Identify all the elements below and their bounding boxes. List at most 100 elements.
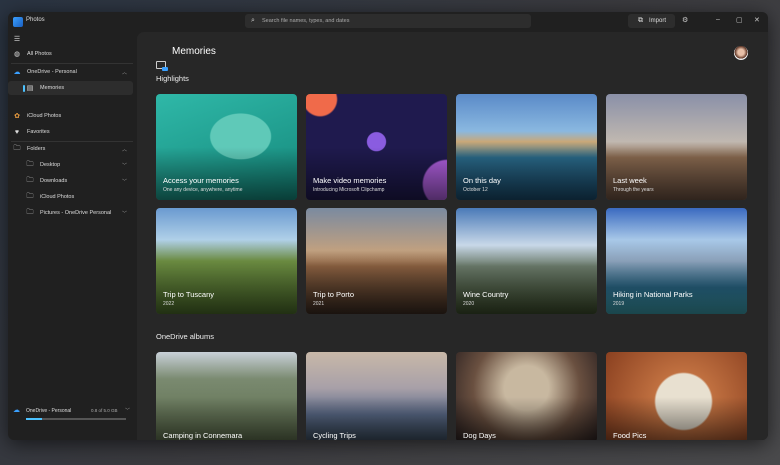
card-title: Trip to Tuscany [163, 290, 214, 299]
card-title: Hiking in National Parks [613, 290, 693, 299]
hamburger-icon: ☰ [13, 36, 21, 43]
card-subtitle: 2020 [463, 301, 475, 307]
chevron-down-icon[interactable]: ﹀ [125, 407, 130, 414]
import-label: Import [649, 18, 667, 24]
folder-icon: 🗀 [26, 208, 34, 216]
import-button[interactable]: ⧉ Import [628, 14, 675, 28]
photos-window: Photos ⌕ Search file names, types, and da… [8, 12, 768, 440]
main-content: Memories Highlights Access your memories… [137, 32, 768, 440]
card-subtitle: 2019 [613, 301, 625, 307]
sidebar-item-label: Pictures - OneDrive Personal [40, 210, 112, 216]
card-shade [306, 261, 447, 314]
card-title: Make video memories [313, 176, 387, 185]
sidebar-item-label: Desktop [40, 162, 61, 168]
chevron-down-icon: ﹀ [121, 162, 127, 169]
app-title: Photos [26, 17, 45, 23]
sidebar-item-icloud-photos[interactable]: ✿ iCloud Photos [8, 109, 133, 123]
sidebar-item-label: Downloads [40, 178, 68, 184]
sidebar-item-onedrive[interactable]: ☁ OneDrive - Personal ︿ [8, 65, 133, 79]
search-icon: ⌕ [251, 17, 255, 24]
sidebar-item-label: Folders [27, 146, 46, 152]
memory-card[interactable]: Trip to Porto 2021 [306, 208, 447, 314]
storage-usage: 0.8 of 5.0 GB [91, 408, 118, 413]
photos-app-icon [13, 17, 23, 27]
close-button[interactable]: ✕ [754, 16, 760, 24]
highlights-heading: Highlights [156, 74, 189, 83]
card-subtitle: Introducing Microsoft Clipchamp [313, 187, 385, 193]
memory-card[interactable]: Access your memories One any device, anyw… [156, 94, 297, 200]
sidebar-item-label: Memories [40, 85, 65, 91]
album-card[interactable]: Food Pics [606, 352, 747, 440]
sidebar-item-all-photos[interactable]: ◍ All Photos [8, 47, 133, 61]
card-subtitle: 2022 [163, 301, 175, 307]
card-shade [156, 261, 297, 314]
import-icon: ⧉ [638, 17, 643, 24]
hamburger-menu-button[interactable]: ☰ [8, 32, 133, 46]
card-title: Trip to Porto [313, 290, 354, 299]
gear-icon[interactable]: ⚙ [682, 16, 688, 24]
album-title: Food Pics [613, 431, 647, 440]
folder-icon: 🗀 [26, 176, 34, 184]
card-title: Wine Country [463, 290, 509, 299]
folder-icon: 🗀 [13, 144, 21, 152]
minimize-button[interactable]: – [716, 16, 720, 23]
heart-icon: ♥ [14, 128, 20, 136]
album-card[interactable]: Dog Days [456, 352, 597, 440]
card-title: Last week [613, 176, 647, 185]
album-title: Cycling Trips [313, 431, 356, 440]
avatar[interactable] [734, 46, 748, 60]
sidebar-item-label: iCloud Photos [27, 113, 62, 119]
memory-card[interactable]: On this day October 12 [456, 94, 597, 200]
chevron-down-icon: ﹀ [121, 210, 127, 217]
search-placeholder: Search file names, types, and dates [262, 18, 350, 24]
chevron-up-icon: ︿ [121, 69, 127, 76]
storage-progress-fill [26, 418, 42, 420]
albums-heading: OneDrive albums [156, 332, 214, 341]
chevron-down-icon: ﹀ [121, 178, 127, 185]
memories-icon: ▤ [26, 85, 34, 92]
card-subtitle: October 12 [463, 187, 488, 193]
photos-icon: ◍ [13, 51, 21, 58]
search-input[interactable]: ⌕ Search file names, types, and dates [245, 14, 531, 28]
card-subtitle: Through the years [613, 187, 654, 193]
sidebar-item-folders[interactable]: 🗀 Folders ︿ [8, 142, 133, 156]
divider [11, 63, 133, 64]
card-shade [606, 261, 747, 314]
sidebar-item-memories[interactable]: ▤ Memories [8, 81, 133, 95]
sidebar-item-downloads[interactable]: 🗀 Downloads ﹀ [8, 174, 133, 188]
memory-card[interactable]: Last week Through the years [606, 94, 747, 200]
memory-card[interactable]: Make video memories Introducing Microsoft… [306, 94, 447, 200]
maximize-button[interactable]: ▢ [736, 16, 743, 24]
folder-icon: 🗀 [26, 192, 34, 200]
cloud-icon: ☁ [13, 69, 21, 76]
folder-icon: 🗀 [26, 160, 34, 168]
sidebar-item-desktop[interactable]: 🗀 Desktop ﹀ [8, 158, 133, 172]
card-title: Access your memories [163, 176, 239, 185]
title-bar: Photos ⌕ Search file names, types, and da… [8, 12, 768, 32]
album-title: Dog Days [463, 431, 496, 440]
onedrive-storage[interactable]: ☁ OneDrive - Personal 0.8 of 5.0 GB ﹀ [8, 404, 133, 434]
card-subtitle: 2021 [313, 301, 325, 307]
sidebar-item-pictures-onedrive[interactable]: 🗀 Pictures - OneDrive Personal ﹀ [8, 206, 133, 220]
sidebar-item-label: iCloud Photos [40, 194, 75, 200]
card-title: On this day [463, 176, 501, 185]
memory-card[interactable]: Trip to Tuscany 2022 [156, 208, 297, 314]
sidebar-item-favorites[interactable]: ♥ Favorites [8, 125, 133, 139]
card-shade [456, 261, 597, 314]
card-subtitle: One any device, anywhere, anytime [163, 187, 243, 193]
sidebar-item-label: OneDrive - Personal [27, 69, 77, 75]
sidebar-item-label: Favorites [27, 129, 50, 135]
sidebar: ☰ ◍ All Photos ☁ OneDrive - Personal ︿ ▤ Mem… [8, 32, 137, 440]
sidebar-item-label: All Photos [27, 51, 52, 57]
storage-progress-bar [26, 418, 126, 420]
cloud-icon: ☁ [13, 407, 20, 414]
album-card[interactable]: Cycling Trips [306, 352, 447, 440]
icloud-icon: ✿ [14, 113, 20, 120]
sidebar-item-icloud-folder[interactable]: 🗀 iCloud Photos [8, 190, 133, 204]
memories-icon [156, 61, 168, 71]
album-card[interactable]: Camping in Connemara [156, 352, 297, 440]
memory-card[interactable]: Hiking in National Parks 2019 [606, 208, 747, 314]
album-title: Camping in Connemara [163, 431, 243, 440]
page-title: Memories [172, 46, 216, 57]
memory-card[interactable]: Wine Country 2020 [456, 208, 597, 314]
